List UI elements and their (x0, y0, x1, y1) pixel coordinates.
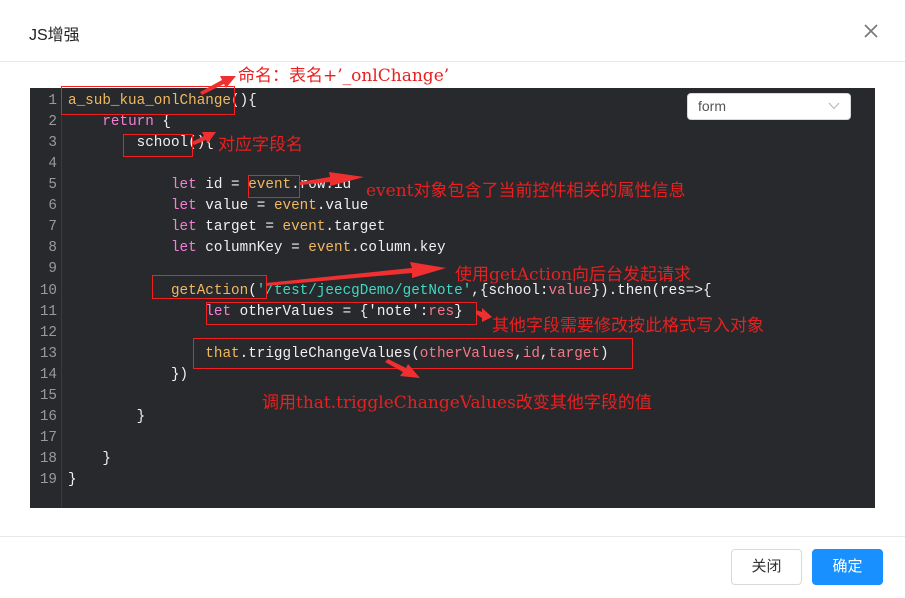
arrow-request (266, 262, 446, 286)
annotation-format: 其他字段需要修改按此格式写入对象 (492, 316, 764, 336)
arrow-format (476, 308, 492, 322)
arrow-field (192, 132, 216, 145)
annotation-arrows (192, 76, 492, 378)
modal-footer: 关闭 确定 (0, 536, 905, 598)
annotation-call: 调用that.triggleChangeValues改变其他字段的值 (262, 393, 652, 413)
annotation-request: 使用getAction向后台发起请求 (455, 265, 692, 285)
close-button[interactable]: 关闭 (731, 549, 802, 585)
arrow-naming (200, 76, 236, 95)
annotation-field: 对应字段名 (218, 135, 303, 155)
arrow-call (385, 359, 420, 378)
confirm-button[interactable]: 确定 (812, 549, 883, 585)
annotation-event: event对象包含了当前控件相关的属性信息 (366, 181, 686, 201)
annotation-naming: 命名：表名+’_onlChange’ (238, 66, 450, 86)
arrow-event (300, 172, 364, 186)
